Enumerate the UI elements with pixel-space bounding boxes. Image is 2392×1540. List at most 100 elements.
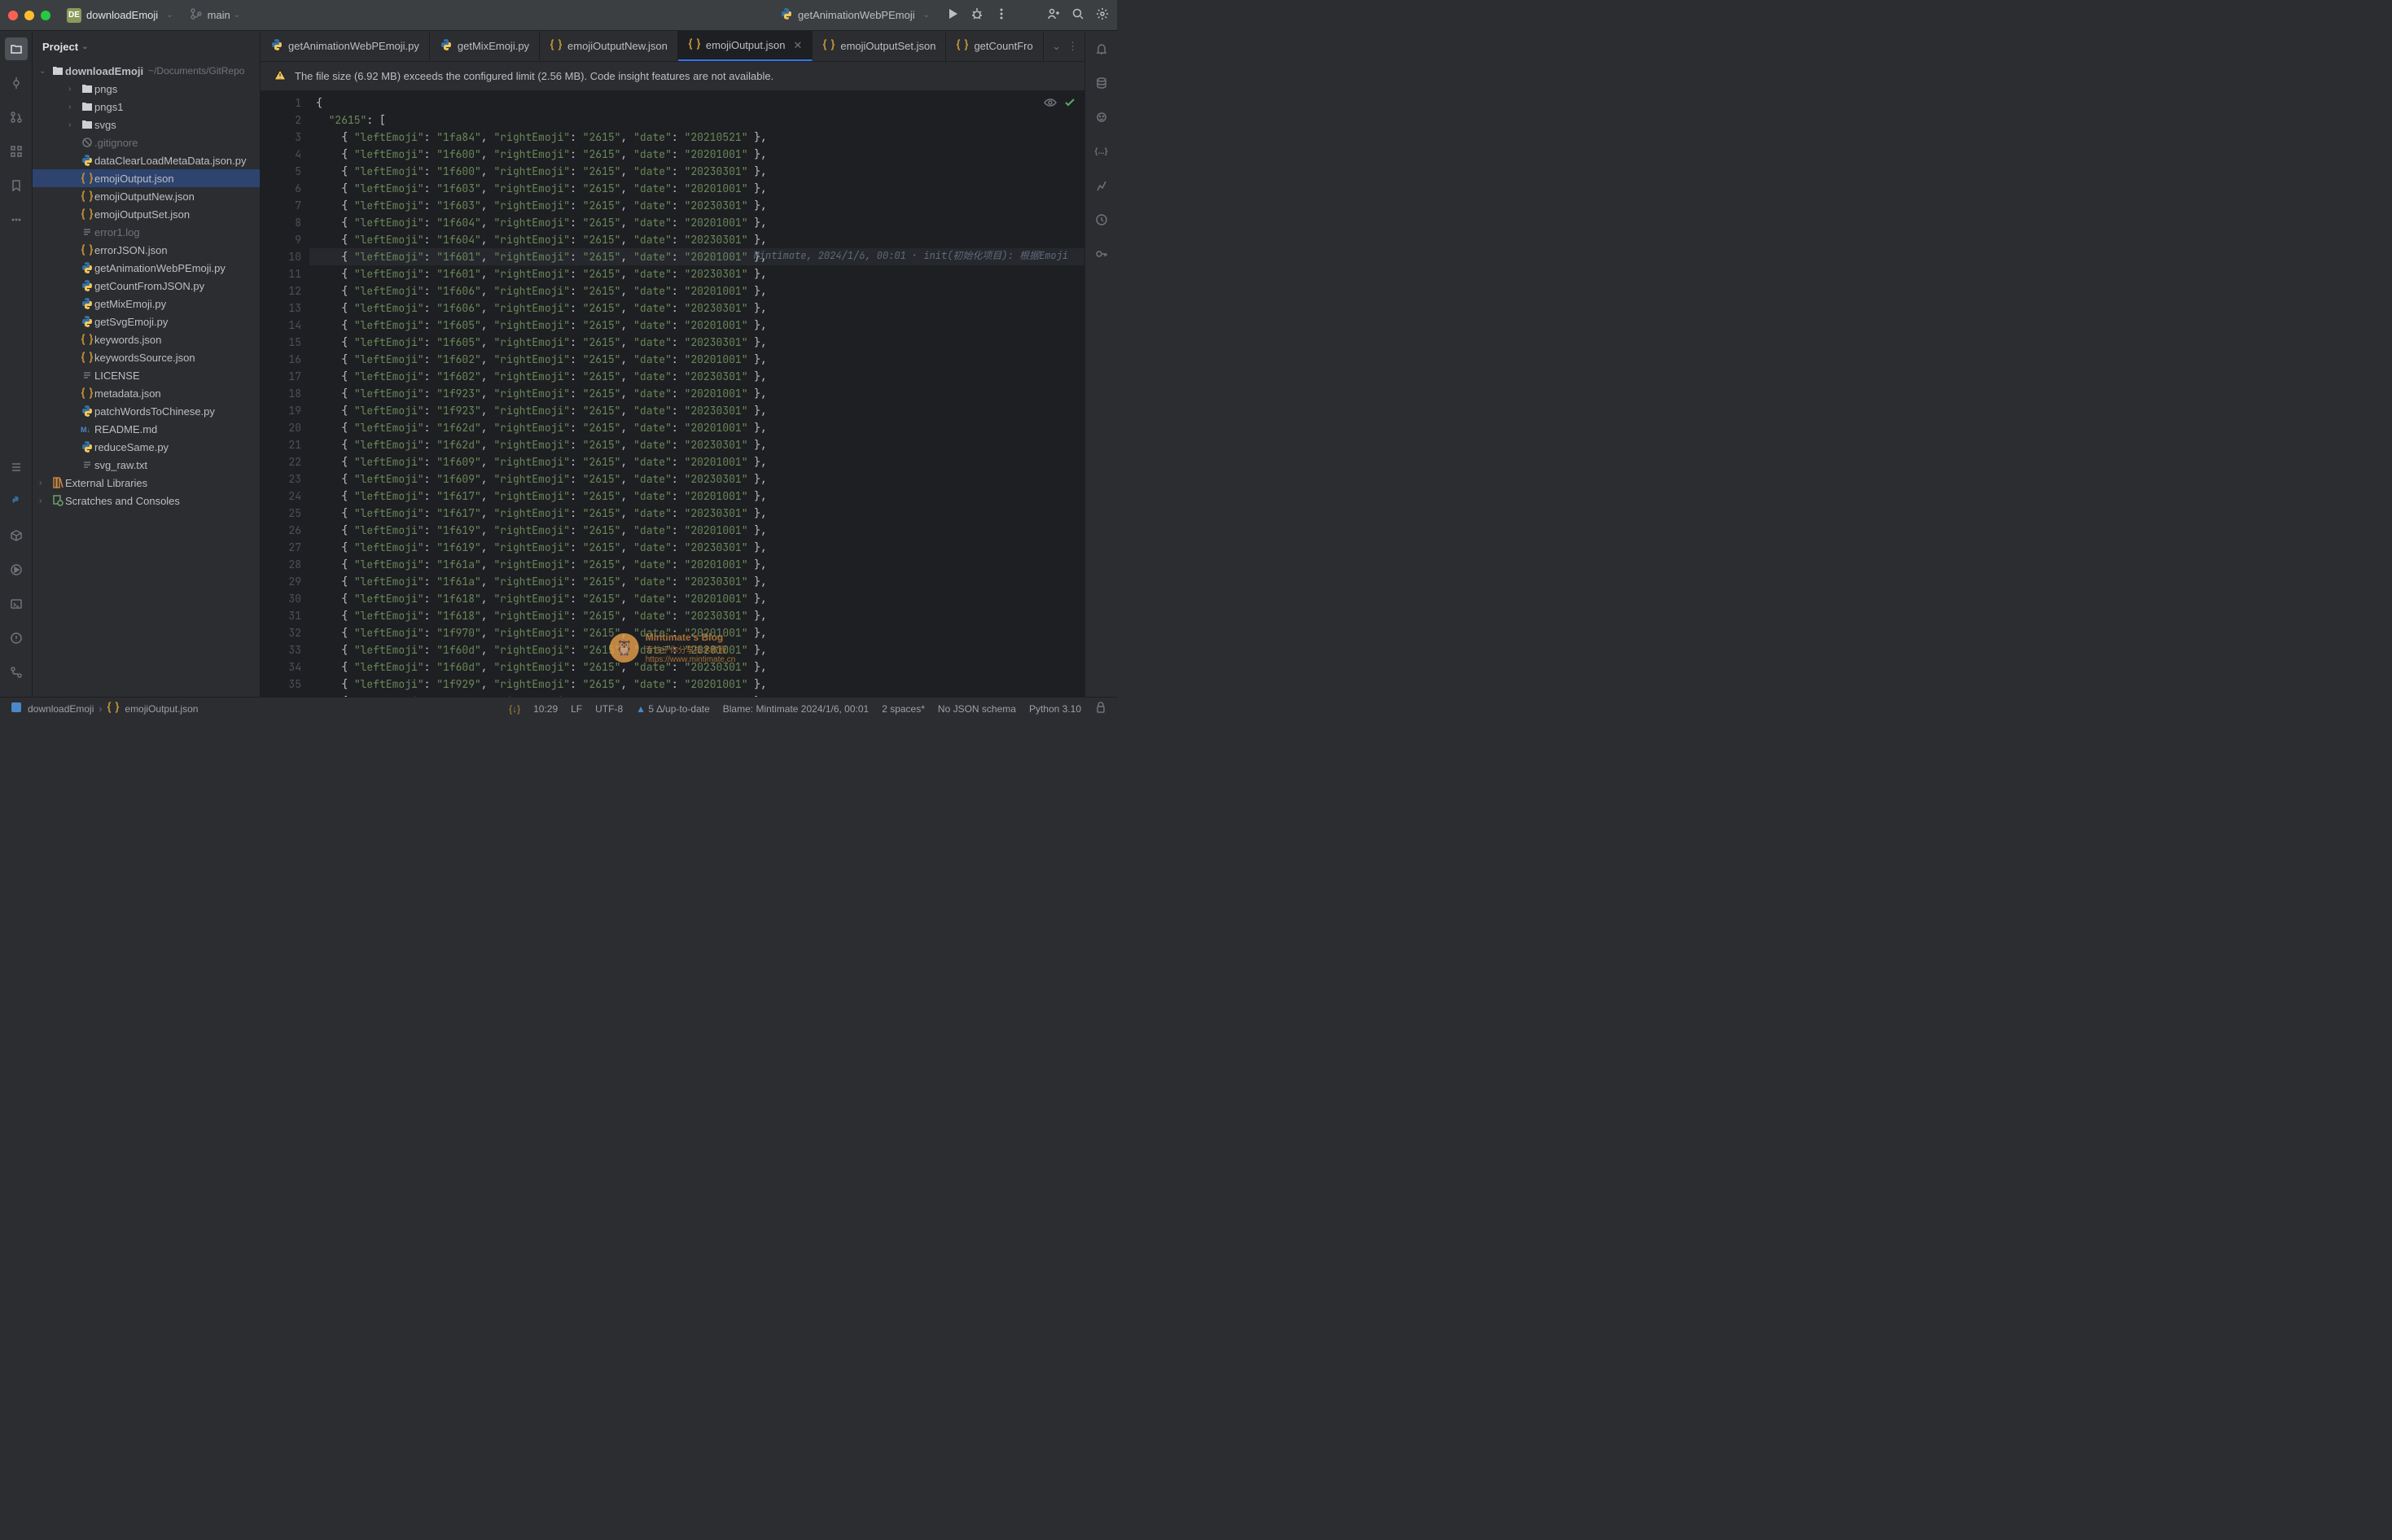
editor-tab[interactable]: emojiOutput.json✕ [678, 31, 813, 61]
blame-status[interactable]: Blame: Mintimate 2024/1/6, 00:01 [723, 703, 869, 715]
editor-area: getAnimationWebPEmoji.pygetMixEmoji.pyem… [261, 31, 1084, 697]
json-nav-icon[interactable]: {↓} [509, 703, 520, 715]
coverage-button[interactable] [1090, 174, 1113, 197]
editor-tab[interactable]: getAnimationWebPEmoji.py [261, 31, 430, 61]
debug-button[interactable] [970, 7, 984, 23]
inspection-ok-icon[interactable] [1063, 96, 1076, 112]
line-number-gutter[interactable]: 1234567891011121314151617181920212223242… [261, 91, 309, 697]
tree-item[interactable]: patchWordsToChinese.py [33, 402, 260, 420]
editor-tab[interactable]: emojiOutputNew.json [540, 31, 678, 61]
editor-tab[interactable]: getMixEmoji.py [430, 31, 540, 61]
tree-item[interactable]: LICENSE [33, 366, 260, 384]
database-tool-button[interactable] [1090, 72, 1113, 94]
reader-mode-icon[interactable] [1044, 96, 1057, 112]
tree-arrow[interactable]: › [68, 120, 80, 129]
tree-label: keywordsSource.json [94, 352, 195, 364]
json-icon [80, 208, 94, 221]
tree-item[interactable]: svg_raw.txt [33, 456, 260, 474]
timeline-button[interactable] [1090, 208, 1113, 231]
text-icon [80, 458, 94, 471]
vcs-branch[interactable]: main ⌄ [190, 7, 241, 23]
python-icon [80, 405, 94, 418]
chevron-down-icon[interactable]: ⌄ [1052, 40, 1061, 53]
code-editor[interactable]: 1234567891011121314151617181920212223242… [261, 91, 1084, 697]
project-tool-button[interactable] [5, 37, 28, 60]
tree-item[interactable]: getCountFromJSON.py [33, 277, 260, 295]
tree-item[interactable]: reduceSame.py [33, 438, 260, 456]
ai-assistant-button[interactable] [1090, 106, 1113, 129]
editor-tab[interactable]: getCountFro [946, 31, 1043, 61]
lock-icon[interactable] [1094, 701, 1107, 716]
tree-item[interactable]: ›pngs1 [33, 98, 260, 116]
close-tab-button[interactable]: ✕ [793, 39, 802, 52]
breadcrumb-file[interactable]: emojiOutput.json [125, 703, 198, 715]
code-with-me-button[interactable] [1047, 7, 1060, 23]
code-content[interactable]: { "2615": [ { "leftEmoji": "1fa84", "rig… [309, 91, 1084, 697]
vcs-status[interactable]: ▲ 5 ∆/up-to-date [636, 703, 710, 715]
tree-item[interactable]: .gitignore [33, 133, 260, 151]
minimize-window-button[interactable] [24, 11, 34, 20]
vcs-tool-button[interactable] [5, 661, 28, 684]
folder-icon [80, 82, 94, 95]
close-window-button[interactable] [8, 11, 18, 20]
todo-tool-button[interactable] [5, 456, 28, 479]
tree-item[interactable]: M↓README.md [33, 420, 260, 438]
tree-item[interactable]: metadata.json [33, 384, 260, 402]
tree-item[interactable]: emojiOutputSet.json [33, 205, 260, 223]
tree-item[interactable]: getAnimationWebPEmoji.py [33, 259, 260, 277]
key-promoter-button[interactable] [1090, 243, 1113, 265]
notifications-button[interactable] [1090, 37, 1113, 60]
tree-arrow[interactable]: › [68, 103, 80, 112]
file-encoding[interactable]: UTF-8 [595, 703, 623, 715]
tree-scratches[interactable]: › Scratches and Consoles [33, 492, 260, 510]
json-path-button[interactable]: {...} [1090, 140, 1113, 163]
commit-tool-button[interactable] [5, 72, 28, 94]
tree-item[interactable]: ›svgs [33, 116, 260, 133]
chevron-down-icon[interactable]: ⌄ [166, 11, 173, 20]
run-button[interactable] [946, 7, 959, 23]
run-configuration[interactable]: getAnimationWebPEmoji ⌄ [780, 7, 930, 23]
chevron-right-icon[interactable]: › [39, 479, 50, 488]
search-everywhere-button[interactable] [1071, 7, 1084, 23]
interpreter-status[interactable]: Python 3.10 [1029, 703, 1081, 715]
breadcrumb-project[interactable]: downloadEmoji [28, 703, 94, 715]
chevron-down-icon[interactable]: ⌄ [39, 67, 50, 76]
project-name[interactable]: downloadEmoji [86, 9, 158, 21]
tree-root[interactable]: ⌄ downloadEmoji ~/Documents/GitRepo [33, 62, 260, 80]
tree-item[interactable]: dataClearLoadMetaData.json.py [33, 151, 260, 169]
python-console-button[interactable] [5, 490, 28, 513]
tree-item[interactable]: emojiOutputNew.json [33, 187, 260, 205]
more-actions-button[interactable] [995, 7, 1008, 23]
more-tools-button[interactable] [5, 208, 28, 231]
pull-requests-button[interactable] [5, 106, 28, 129]
editor-tab[interactable]: emojiOutputSet.json [813, 31, 946, 61]
problems-tool-button[interactable] [5, 627, 28, 650]
packages-tool-button[interactable] [5, 524, 28, 547]
tree-item[interactable]: emojiOutput.json [33, 169, 260, 187]
tree-arrow[interactable]: › [68, 85, 80, 94]
tree-item[interactable]: keywordsSource.json [33, 348, 260, 366]
tree-item[interactable]: errorJSON.json [33, 241, 260, 259]
settings-button[interactable] [1096, 7, 1109, 23]
structure-tool-button[interactable] [5, 140, 28, 163]
project-tree[interactable]: ⌄ downloadEmoji ~/Documents/GitRepo ›png… [33, 62, 260, 697]
terminal-tool-button[interactable] [5, 593, 28, 615]
services-tool-button[interactable] [5, 558, 28, 581]
json-icon [80, 190, 94, 203]
tree-item[interactable]: keywords.json [33, 330, 260, 348]
schema-status[interactable]: No JSON schema [938, 703, 1016, 715]
chevron-right-icon[interactable]: › [39, 497, 50, 505]
indent-status[interactable]: 2 spaces* [882, 703, 925, 715]
project-panel-title[interactable]: Project ⌄ [33, 31, 260, 62]
line-separator[interactable]: LF [571, 703, 582, 715]
tree-root-path: ~/Documents/GitRepo [148, 65, 244, 77]
maximize-window-button[interactable] [41, 11, 50, 20]
tree-item[interactable]: getMixEmoji.py [33, 295, 260, 313]
cursor-position[interactable]: 10:29 [533, 703, 558, 715]
tree-item[interactable]: getSvgEmoji.py [33, 313, 260, 330]
more-tabs-button[interactable]: ⋮ [1067, 40, 1078, 53]
tree-item[interactable]: error1.log [33, 223, 260, 241]
tree-external-libraries[interactable]: › External Libraries [33, 474, 260, 492]
bookmarks-tool-button[interactable] [5, 174, 28, 197]
tree-item[interactable]: ›pngs [33, 80, 260, 98]
